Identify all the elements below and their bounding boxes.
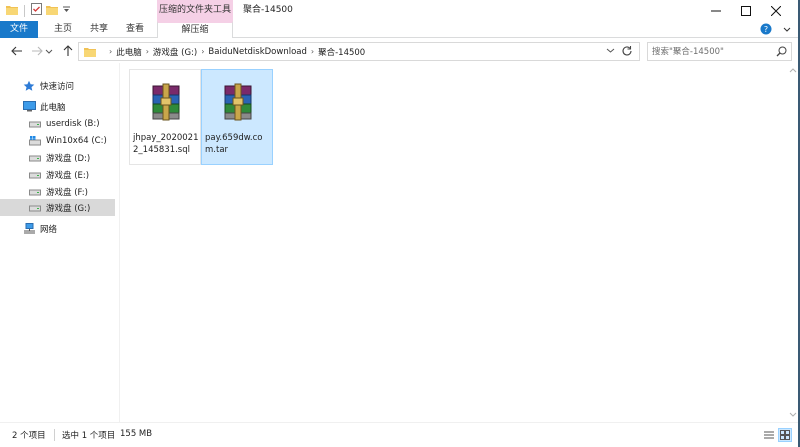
arrow-up-icon <box>63 45 73 56</box>
breadcrumb-drive-g[interactable]: 游戏盘 (G:) <box>153 46 197 58</box>
computer-icon <box>22 101 36 112</box>
status-bar: 2 个项目 选中 1 个项目 155 MB <box>0 422 800 447</box>
svg-text:?: ? <box>764 25 768 34</box>
breadcrumb-current-folder[interactable]: 聚合-14500 <box>318 46 365 58</box>
up-button[interactable] <box>60 43 76 59</box>
arrow-right-icon <box>32 46 43 56</box>
tab-file[interactable]: 文件 <box>0 21 38 38</box>
star-icon <box>22 80 36 92</box>
address-history-dropdown[interactable] <box>606 46 615 58</box>
breadcrumb: › 此电脑 › 游戏盘 (G:) › BaiduNetdiskDownload … <box>109 43 365 60</box>
file-name: pay.659dw.com.tar <box>205 133 263 155</box>
minimize-icon <box>711 10 721 11</box>
qat-separator <box>24 4 25 17</box>
folder-icon <box>6 4 18 18</box>
winrar-archive-icon <box>143 80 187 124</box>
chevron-right-icon[interactable]: › <box>109 47 112 56</box>
sidebar-item-this-pc[interactable]: 此电脑 <box>0 98 115 115</box>
drive-icon <box>28 120 42 128</box>
folder-icon <box>84 46 96 60</box>
close-button[interactable] <box>761 0 791 21</box>
sidebar-item-label: 游戏盘 (F:) <box>46 187 88 198</box>
sidebar-item-drive-g[interactable]: 游戏盘 (G:) <box>0 199 115 216</box>
details-view-button[interactable] <box>762 428 776 442</box>
sidebar-item-quick-access[interactable]: 快速访问 <box>0 77 115 94</box>
close-icon <box>771 5 781 16</box>
tab-extract[interactable]: 解压缩 <box>157 21 233 38</box>
tab-home[interactable]: 主页 <box>46 21 80 38</box>
details-view-icon <box>764 431 774 439</box>
refresh-icon <box>622 46 632 56</box>
sidebar-item-drive-c[interactable]: Win10x64 (C:) <box>0 132 115 149</box>
search-icon[interactable] <box>776 46 787 60</box>
sidebar-item-label: 快速访问 <box>40 81 75 92</box>
chevron-down-icon <box>45 49 53 54</box>
recent-locations-button[interactable] <box>44 43 54 59</box>
properties-icon[interactable] <box>31 3 42 18</box>
search-box[interactable] <box>647 42 792 61</box>
sidebar-item-label: 游戏盘 (D:) <box>46 153 91 164</box>
sidebar-item-label: 网络 <box>40 224 58 235</box>
back-button[interactable] <box>9 43 25 59</box>
selected-count: 选中 1 个项目 <box>62 431 116 441</box>
sidebar-item-drive-b[interactable]: userdisk (B:) <box>0 115 115 132</box>
windows-drive-icon <box>28 135 42 146</box>
sidebar-item-label: 游戏盘 (G:) <box>46 203 91 214</box>
file-item-selected[interactable]: pay.659dw.com.tar <box>201 69 273 165</box>
chevron-down-icon <box>606 48 615 53</box>
chevron-up-icon <box>789 68 797 73</box>
chevron-right-icon[interactable]: › <box>146 47 149 56</box>
sidebar-item-drive-f[interactable]: 游戏盘 (F:) <box>0 183 115 200</box>
item-count: 2 个项目 <box>12 431 46 441</box>
drive-icon <box>28 171 42 179</box>
address-bar[interactable]: › 此电脑 › 游戏盘 (G:) › BaiduNetdiskDownload … <box>78 42 640 61</box>
refresh-button[interactable] <box>621 45 633 60</box>
sidebar-item-drive-e[interactable]: 游戏盘 (E:) <box>0 166 115 183</box>
status-divider <box>54 429 55 441</box>
tab-view[interactable]: 查看 <box>118 21 152 38</box>
sidebar-item-label: Win10x64 (C:) <box>46 135 107 146</box>
drive-icon <box>28 204 42 212</box>
qat-dropdown-icon[interactable] <box>62 5 71 17</box>
sidebar-item-network[interactable]: 网络 <box>0 220 115 237</box>
search-input[interactable] <box>652 44 770 59</box>
maximize-icon <box>741 5 751 16</box>
maximize-button[interactable] <box>731 0 761 21</box>
chevron-down-icon <box>789 412 797 417</box>
quick-access-toolbar <box>6 3 71 18</box>
file-list-view[interactable]: jhpay_20200212_145831.sql pay.659dw.com.… <box>121 63 786 422</box>
navigation-bar: › 此电脑 › 游戏盘 (G:) › BaiduNetdiskDownload … <box>0 39 800 63</box>
title-bar: 压缩的文件夹工具 聚合-14500 <box>0 0 800 21</box>
navigation-pane: 快速访问 此电脑 userdisk (B:) Win10x64 (C:) 游戏盘… <box>0 63 120 422</box>
winrar-archive-icon <box>215 80 259 124</box>
breadcrumb-baidunetdiskdownload[interactable]: BaiduNetdiskDownload <box>208 47 306 57</box>
sidebar-item-label: 游戏盘 (E:) <box>46 170 90 181</box>
large-icons-view-icon <box>780 430 790 440</box>
help-icon[interactable]: ? <box>760 23 772 38</box>
context-tab-group-title: 压缩的文件夹工具 <box>157 0 233 21</box>
large-icons-view-button[interactable] <box>778 428 792 442</box>
expand-ribbon-icon[interactable] <box>782 24 792 37</box>
file-name: jhpay_20200212_145831.sql <box>133 133 199 155</box>
drive-icon <box>28 154 42 162</box>
sidebar-item-drive-d[interactable]: 游戏盘 (D:) <box>0 149 115 166</box>
ribbon-tab-bar: 文件 主页 共享 查看 解压缩 ? <box>0 21 800 38</box>
network-icon <box>22 223 36 234</box>
sidebar-item-label: userdisk (B:) <box>46 118 100 129</box>
chevron-right-icon[interactable]: › <box>201 47 204 56</box>
forward-button[interactable] <box>29 43 45 59</box>
arrow-left-icon <box>11 46 22 56</box>
sidebar-item-label: 此电脑 <box>40 102 66 113</box>
breadcrumb-this-pc[interactable]: 此电脑 <box>116 46 142 58</box>
tab-share[interactable]: 共享 <box>82 21 116 38</box>
selected-size: 155 MB <box>120 429 153 439</box>
new-folder-icon[interactable] <box>46 4 58 18</box>
file-item[interactable]: jhpay_20200212_145831.sql <box>129 69 201 165</box>
window-title: 聚合-14500 <box>243 5 293 15</box>
drive-icon <box>28 188 42 196</box>
minimize-button[interactable] <box>701 0 731 21</box>
chevron-right-icon[interactable]: › <box>311 47 314 56</box>
